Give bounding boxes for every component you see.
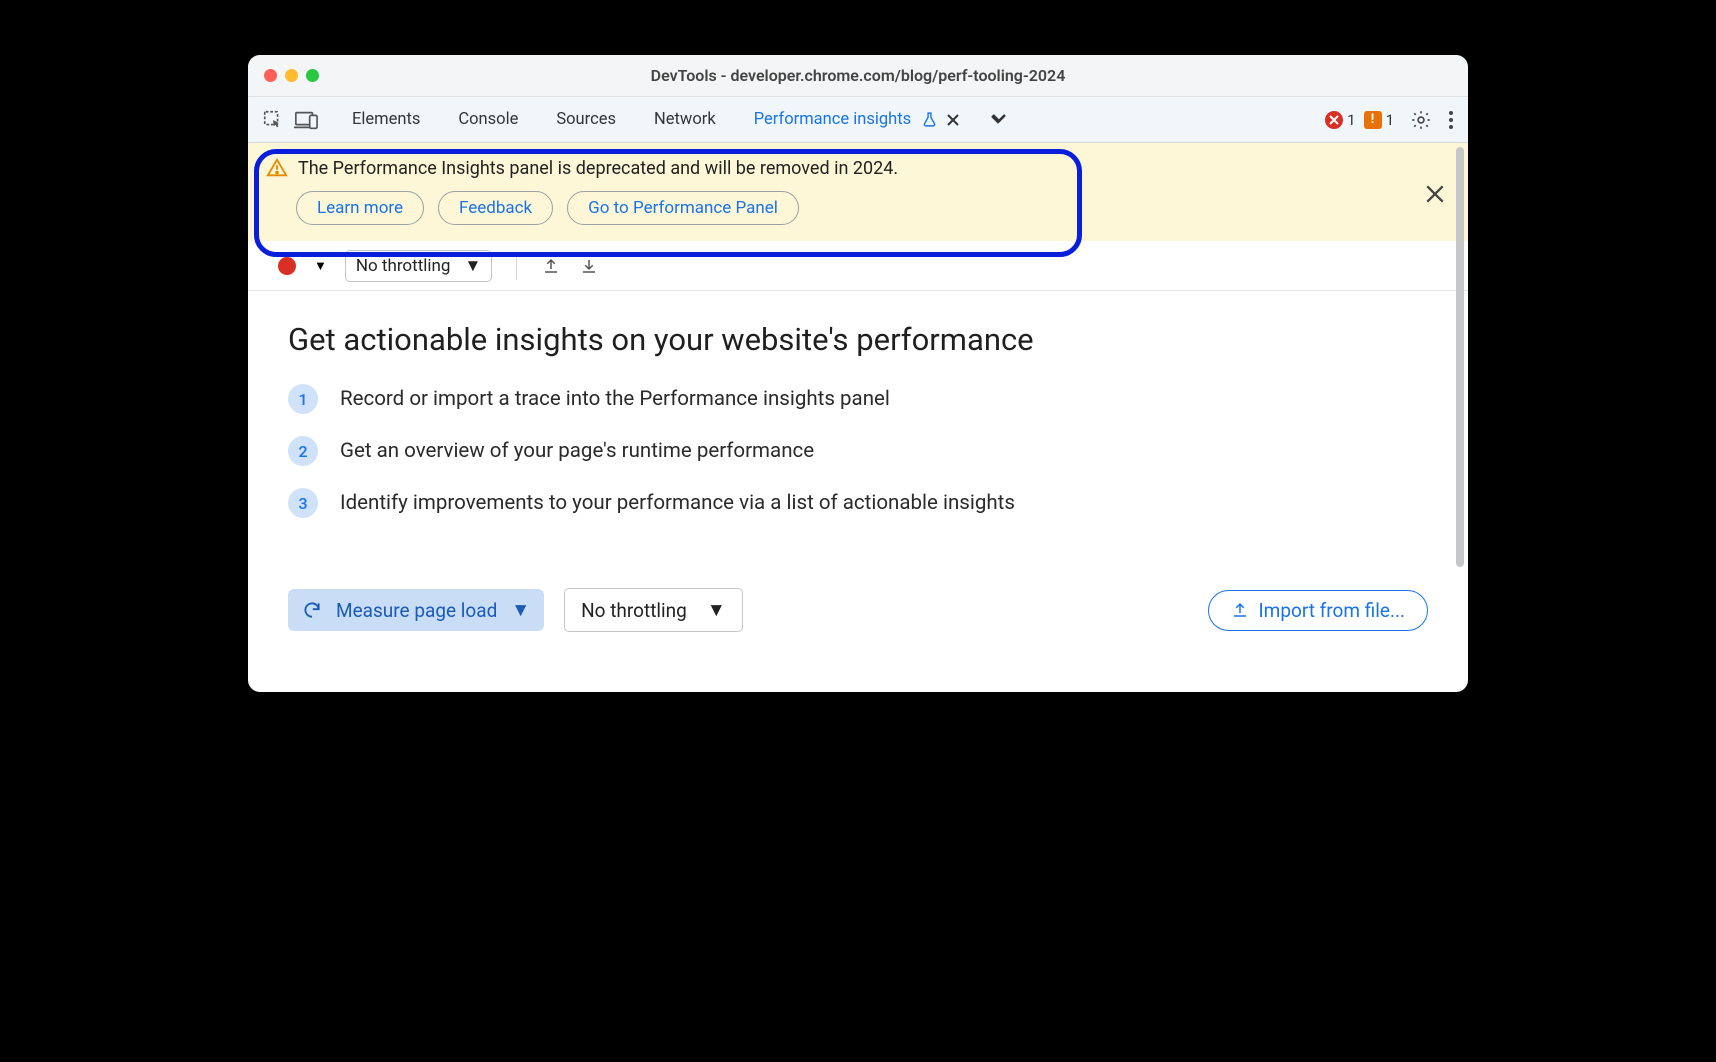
deprecation-banner: The Performance Insights panel is deprec… xyxy=(248,143,1468,241)
toolbar-right: 1 ! 1 xyxy=(1325,109,1454,131)
panel-tabs: Elements Console Sources Network Perform… xyxy=(350,100,1010,139)
step-text: Record or import a trace into the Perfor… xyxy=(340,387,890,411)
tab-console[interactable]: Console xyxy=(456,100,520,139)
minimize-window-button[interactable] xyxy=(285,69,298,82)
export-icon[interactable] xyxy=(541,256,561,276)
error-icon xyxy=(1325,111,1343,129)
step-2: 2 Get an overview of your page's runtime… xyxy=(288,436,1428,466)
banner-content: The Performance Insights panel is deprec… xyxy=(266,157,898,225)
panel-toolbar: ▼ No throttling ▼ xyxy=(248,241,1468,291)
titlebar: DevTools - developer.chrome.com/blog/per… xyxy=(248,55,1468,97)
step-text: Identify improvements to your performanc… xyxy=(340,491,1015,515)
settings-gear-icon[interactable] xyxy=(1410,109,1432,131)
page-heading: Get actionable insights on your website'… xyxy=(288,321,1428,358)
action-row: Measure page load ▼ No throttling ▼ Impo… xyxy=(288,558,1428,632)
step-number: 1 xyxy=(288,384,318,414)
throttling-select-2[interactable]: No throttling ▼ xyxy=(564,588,743,632)
main-content: Get actionable insights on your website'… xyxy=(248,291,1468,692)
close-tab-icon[interactable] xyxy=(946,113,960,127)
learn-more-button[interactable]: Learn more xyxy=(296,191,424,225)
import-icon[interactable] xyxy=(579,256,599,276)
close-banner-icon[interactable] xyxy=(1426,185,1444,203)
throttling-value: No throttling xyxy=(356,256,451,276)
window-controls xyxy=(264,69,319,82)
window-title: DevTools - developer.chrome.com/blog/per… xyxy=(248,66,1468,85)
import-label: Import from file... xyxy=(1259,599,1406,622)
more-tabs-icon[interactable] xyxy=(988,112,1010,128)
record-button[interactable] xyxy=(278,257,296,275)
throttling-select[interactable]: No throttling ▼ xyxy=(345,250,492,282)
import-from-file-button[interactable]: Import from file... xyxy=(1208,590,1429,631)
chevron-down-icon: ▼ xyxy=(511,598,530,622)
tab-network[interactable]: Network xyxy=(652,100,718,139)
feedback-button[interactable]: Feedback xyxy=(438,191,553,225)
record-options-dropdown[interactable]: ▼ xyxy=(314,258,327,274)
banner-message-row: The Performance Insights panel is deprec… xyxy=(266,157,898,179)
content-area: The Performance Insights panel is deprec… xyxy=(248,143,1468,692)
goto-performance-panel-button[interactable]: Go to Performance Panel xyxy=(567,191,799,225)
inspect-element-icon[interactable] xyxy=(262,109,284,131)
throttling-value-2: No throttling xyxy=(581,599,687,622)
warning-icon: ! xyxy=(1364,111,1382,129)
tab-performance-insights[interactable]: Performance insights xyxy=(752,100,913,139)
chevron-down-icon: ▼ xyxy=(464,256,481,276)
close-window-button[interactable] xyxy=(264,69,277,82)
warnings-count: 1 xyxy=(1386,111,1394,129)
devtools-toolbar: Elements Console Sources Network Perform… xyxy=(248,97,1468,143)
more-menu-icon[interactable] xyxy=(1448,110,1454,130)
status-badges: 1 ! 1 xyxy=(1325,111,1394,129)
step-number: 2 xyxy=(288,436,318,466)
chevron-down-icon: ▼ xyxy=(707,598,726,622)
upload-icon xyxy=(1231,601,1249,619)
measure-label: Measure page load xyxy=(336,599,497,622)
warnings-badge[interactable]: ! 1 xyxy=(1364,111,1394,129)
tab-elements[interactable]: Elements xyxy=(350,100,422,139)
errors-badge[interactable]: 1 xyxy=(1325,111,1355,129)
errors-count: 1 xyxy=(1347,111,1355,129)
toolbar-divider xyxy=(516,252,517,280)
devtools-window: DevTools - developer.chrome.com/blog/per… xyxy=(248,55,1468,692)
refresh-icon xyxy=(302,600,322,620)
warning-triangle-icon xyxy=(266,157,288,179)
step-3: 3 Identify improvements to your performa… xyxy=(288,488,1428,518)
banner-buttons: Learn more Feedback Go to Performance Pa… xyxy=(296,191,898,225)
device-toolbar-icon[interactable] xyxy=(294,109,318,131)
experiment-flask-icon xyxy=(921,111,938,128)
steps-list: 1 Record or import a trace into the Perf… xyxy=(288,384,1428,518)
vertical-scrollbar[interactable] xyxy=(1456,147,1464,567)
step-number: 3 xyxy=(288,488,318,518)
maximize-window-button[interactable] xyxy=(306,69,319,82)
measure-page-load-button[interactable]: Measure page load ▼ xyxy=(288,589,544,631)
banner-message: The Performance Insights panel is deprec… xyxy=(298,158,898,179)
tab-sources[interactable]: Sources xyxy=(554,100,618,139)
step-text: Get an overview of your page's runtime p… xyxy=(340,439,814,463)
step-1: 1 Record or import a trace into the Perf… xyxy=(288,384,1428,414)
